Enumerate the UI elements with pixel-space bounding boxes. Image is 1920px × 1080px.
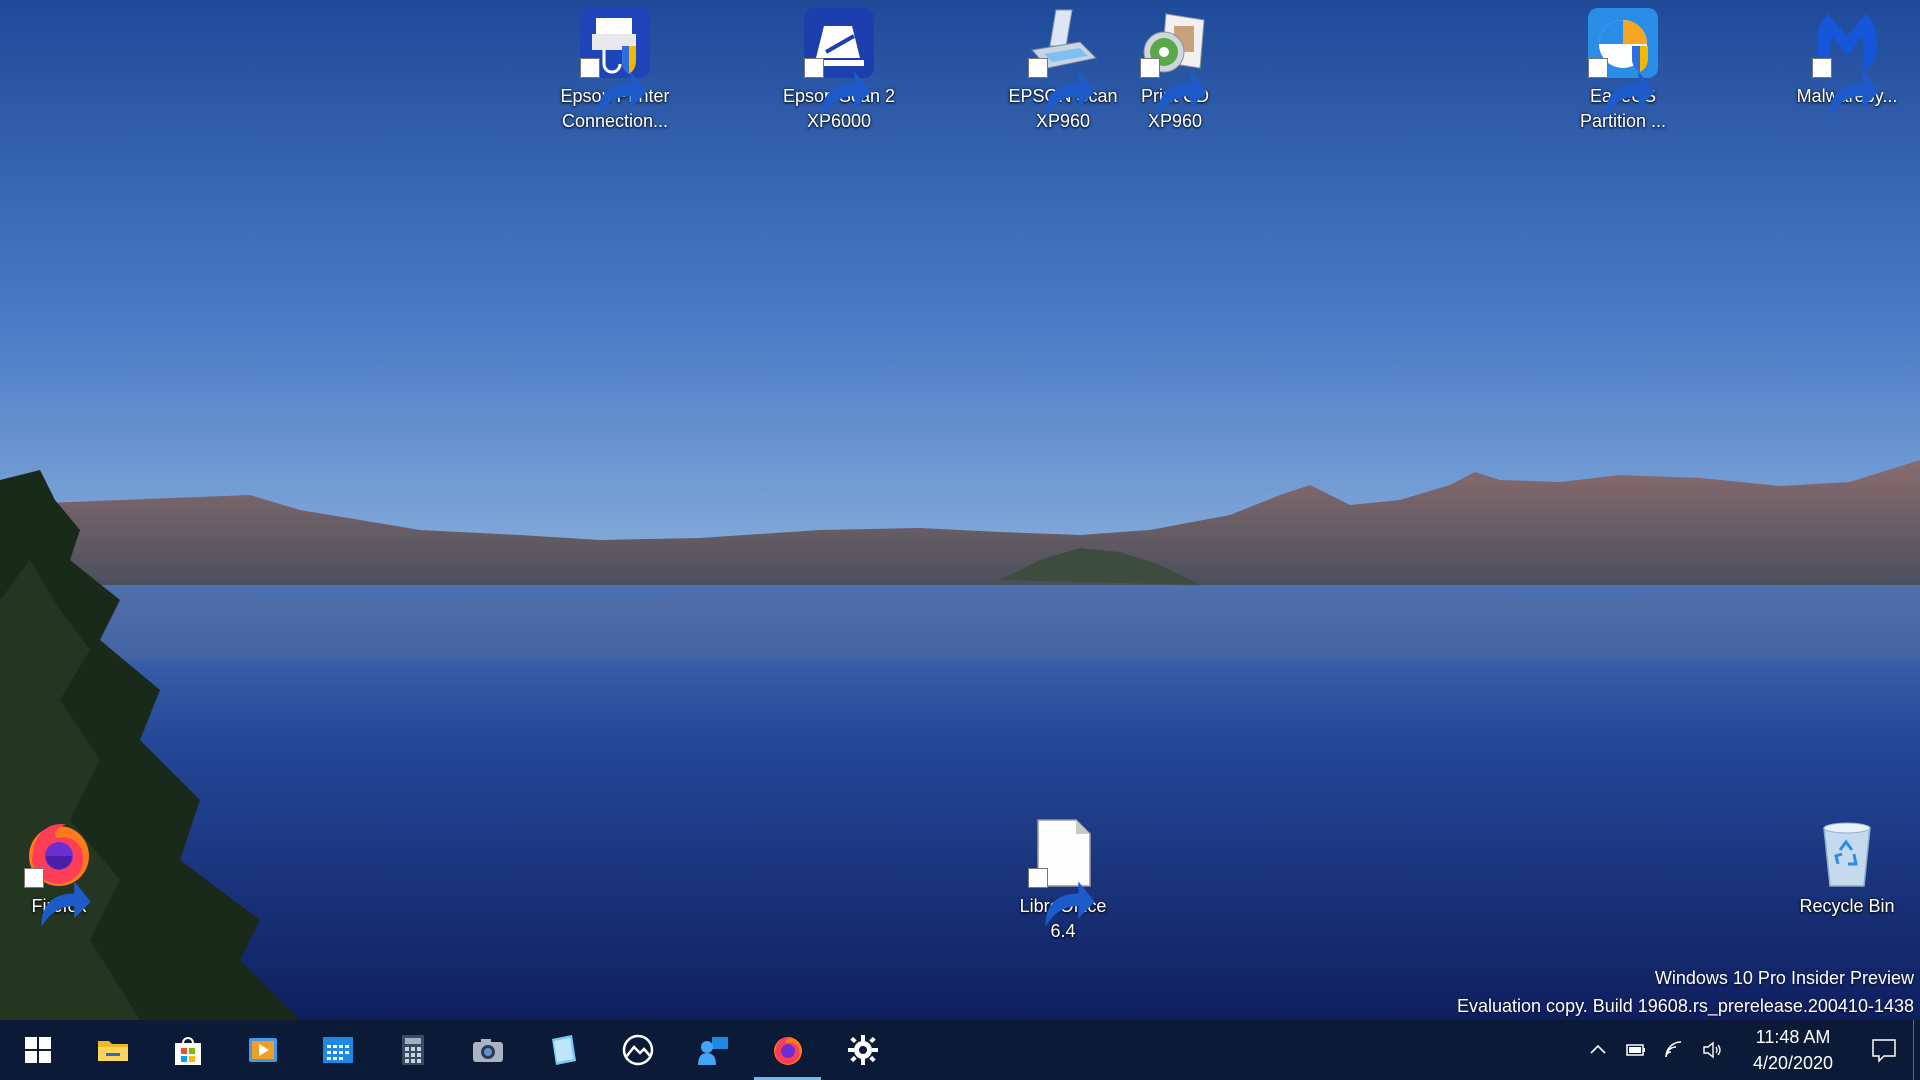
battery-icon (1626, 1044, 1645, 1056)
taskbar-notepad[interactable] (525, 1020, 600, 1080)
action-center-button[interactable] (1855, 1020, 1913, 1080)
show-hidden-icons-button[interactable] (1579, 1020, 1617, 1080)
taskbar: 11:48 AM 4/20/2020 (0, 1020, 1920, 1080)
show-desktop-button[interactable] (1913, 1020, 1920, 1080)
media-player-icon (248, 1038, 277, 1062)
photos-icon (622, 1034, 653, 1066)
desktop-icon-print-cd[interactable]: Print CD XP960 (1116, 0, 1234, 134)
volume-button[interactable] (1693, 1020, 1731, 1080)
taskbar-calendar[interactable] (300, 1020, 375, 1080)
malwarebytes-icon (1810, 6, 1884, 117)
chevron-up-icon (1590, 1044, 1606, 1054)
shortcut-arrow-icon (804, 58, 871, 117)
watermark-build: Evaluation copy. Build 19608.rs_prerelea… (1457, 996, 1914, 1016)
camera-icon (472, 1039, 503, 1062)
shortcut-arrow-icon (1140, 58, 1207, 117)
taskbar-media-player[interactable] (225, 1020, 300, 1080)
taskbar-file-explorer[interactable] (75, 1020, 150, 1080)
calculator-icon (401, 1035, 424, 1065)
speaker-icon (1703, 1041, 1721, 1059)
watermark-edition: Windows 10 Pro Insider Preview (1654, 968, 1914, 988)
desktop-icon-epson-printer-connection[interactable]: Epson Printer Connection... (556, 0, 674, 134)
desktop-wallpaper (0, 0, 1920, 1080)
print-cd-icon (1138, 6, 1212, 117)
shortcut-arrow-icon (24, 868, 91, 927)
desktop-icon-libreoffice[interactable]: LibreOffice 6.4 (1004, 810, 1122, 944)
desktop-icon-firefox[interactable]: Firefox (0, 810, 118, 927)
taskbar-firefox[interactable] (750, 1020, 825, 1080)
system-tray: 11:48 AM 4/20/2020 (1579, 1020, 1920, 1080)
desktop-icon-epson-scan-2[interactable]: Epson Scan 2 XP6000 (780, 0, 898, 134)
epson-printer-connection-icon (578, 6, 652, 117)
epson-scan2-icon (802, 6, 876, 117)
windows-logo-icon (24, 1037, 51, 1063)
desktop-icon-epson-scan[interactable]: EPSON Scan XP960 (1004, 0, 1122, 134)
desktop-icon-recycle-bin[interactable]: Recycle Bin (1788, 810, 1906, 919)
notification-icon (1872, 1039, 1896, 1063)
desktop-icon-label: Recycle Bin (1799, 896, 1895, 916)
taskbar-microsoft-store[interactable] (150, 1020, 225, 1080)
notepad-icon (551, 1035, 576, 1065)
easeus-partition-icon (1586, 6, 1660, 117)
calendar-icon (322, 1037, 353, 1063)
shortcut-arrow-icon (1812, 58, 1879, 117)
firefox-icon (22, 816, 96, 927)
taskbar-clock[interactable]: 11:48 AM 4/20/2020 (1737, 1024, 1849, 1076)
clock-date: 4/20/2020 (1752, 1053, 1834, 1073)
recycle-bin-icon (1810, 816, 1884, 890)
people-icon (697, 1037, 728, 1065)
network-button[interactable] (1655, 1020, 1693, 1080)
taskbar-calculator[interactable] (375, 1020, 450, 1080)
wifi-icon (1665, 1041, 1682, 1058)
desktop-icon-malwarebytes[interactable]: Malwareby... (1788, 0, 1906, 117)
taskbar-camera[interactable] (450, 1020, 525, 1080)
shortcut-arrow-icon (1588, 58, 1655, 117)
shortcut-arrow-icon (1028, 58, 1095, 117)
start-button[interactable] (0, 1020, 75, 1080)
windows-evaluation-watermark: Windows 10 Pro Insider Preview Evaluatio… (1457, 964, 1914, 1020)
taskbar-settings[interactable] (825, 1020, 900, 1080)
file-explorer-icon (97, 1041, 128, 1061)
taskbar-people[interactable] (675, 1020, 750, 1080)
desktop-icon-easeus-partition[interactable]: EaseUS Partition ... (1564, 0, 1682, 134)
clock-time: 11:48 AM (1755, 1027, 1831, 1047)
gear-icon (847, 1035, 878, 1065)
libreoffice-icon (1026, 816, 1100, 927)
firefox-icon (773, 1036, 802, 1065)
epson-scan-icon (1026, 6, 1100, 117)
store-bag-icon (174, 1037, 201, 1065)
shortcut-arrow-icon (1028, 868, 1095, 927)
shortcut-arrow-icon (580, 58, 647, 117)
battery-button[interactable] (1617, 1020, 1655, 1080)
taskbar-photos[interactable] (600, 1020, 675, 1080)
